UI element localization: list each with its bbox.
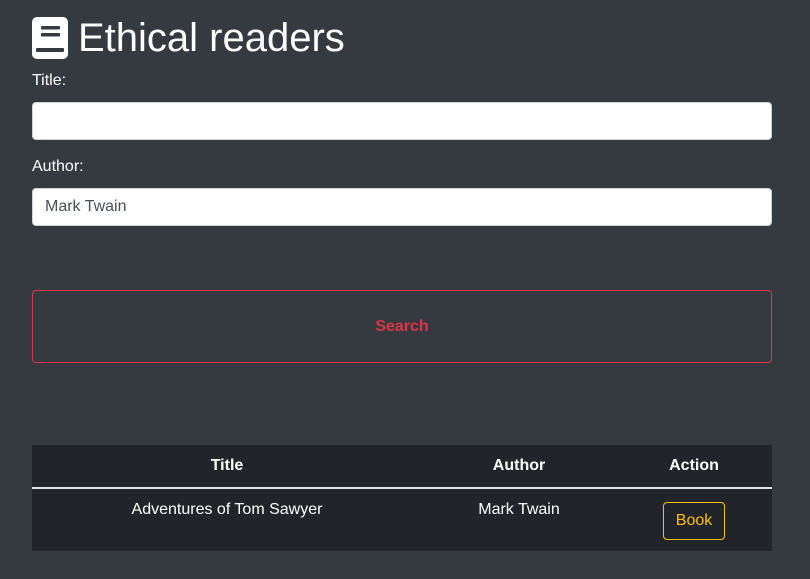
page-title: Ethical readers [78, 16, 345, 60]
header-title: Title [32, 445, 422, 489]
title-label: Title: [32, 72, 67, 89]
table-header-row: Title Author Action [32, 445, 772, 489]
book-icon [32, 17, 68, 59]
author-input[interactable] [32, 188, 772, 226]
cell-action: Book [616, 488, 772, 551]
author-label: Author: [32, 158, 84, 175]
cell-author: Mark Twain [478, 501, 560, 518]
page: Ethical readers Title: Author: Search Ti… [0, 0, 810, 579]
table-row: Adventures of Tom Sawyer Mark Twain Book [32, 488, 772, 551]
book-button[interactable]: Book [662, 502, 726, 540]
title-input[interactable] [32, 102, 772, 140]
header-author: Author [422, 445, 616, 489]
header-action: Action [616, 445, 772, 489]
cell-title: Adventures of Tom Sawyer [131, 501, 323, 518]
results-table: Title Author Action Adventures of Tom Sa… [32, 445, 772, 551]
header: Ethical readers [32, 14, 345, 62]
search-button[interactable]: Search [32, 290, 772, 363]
